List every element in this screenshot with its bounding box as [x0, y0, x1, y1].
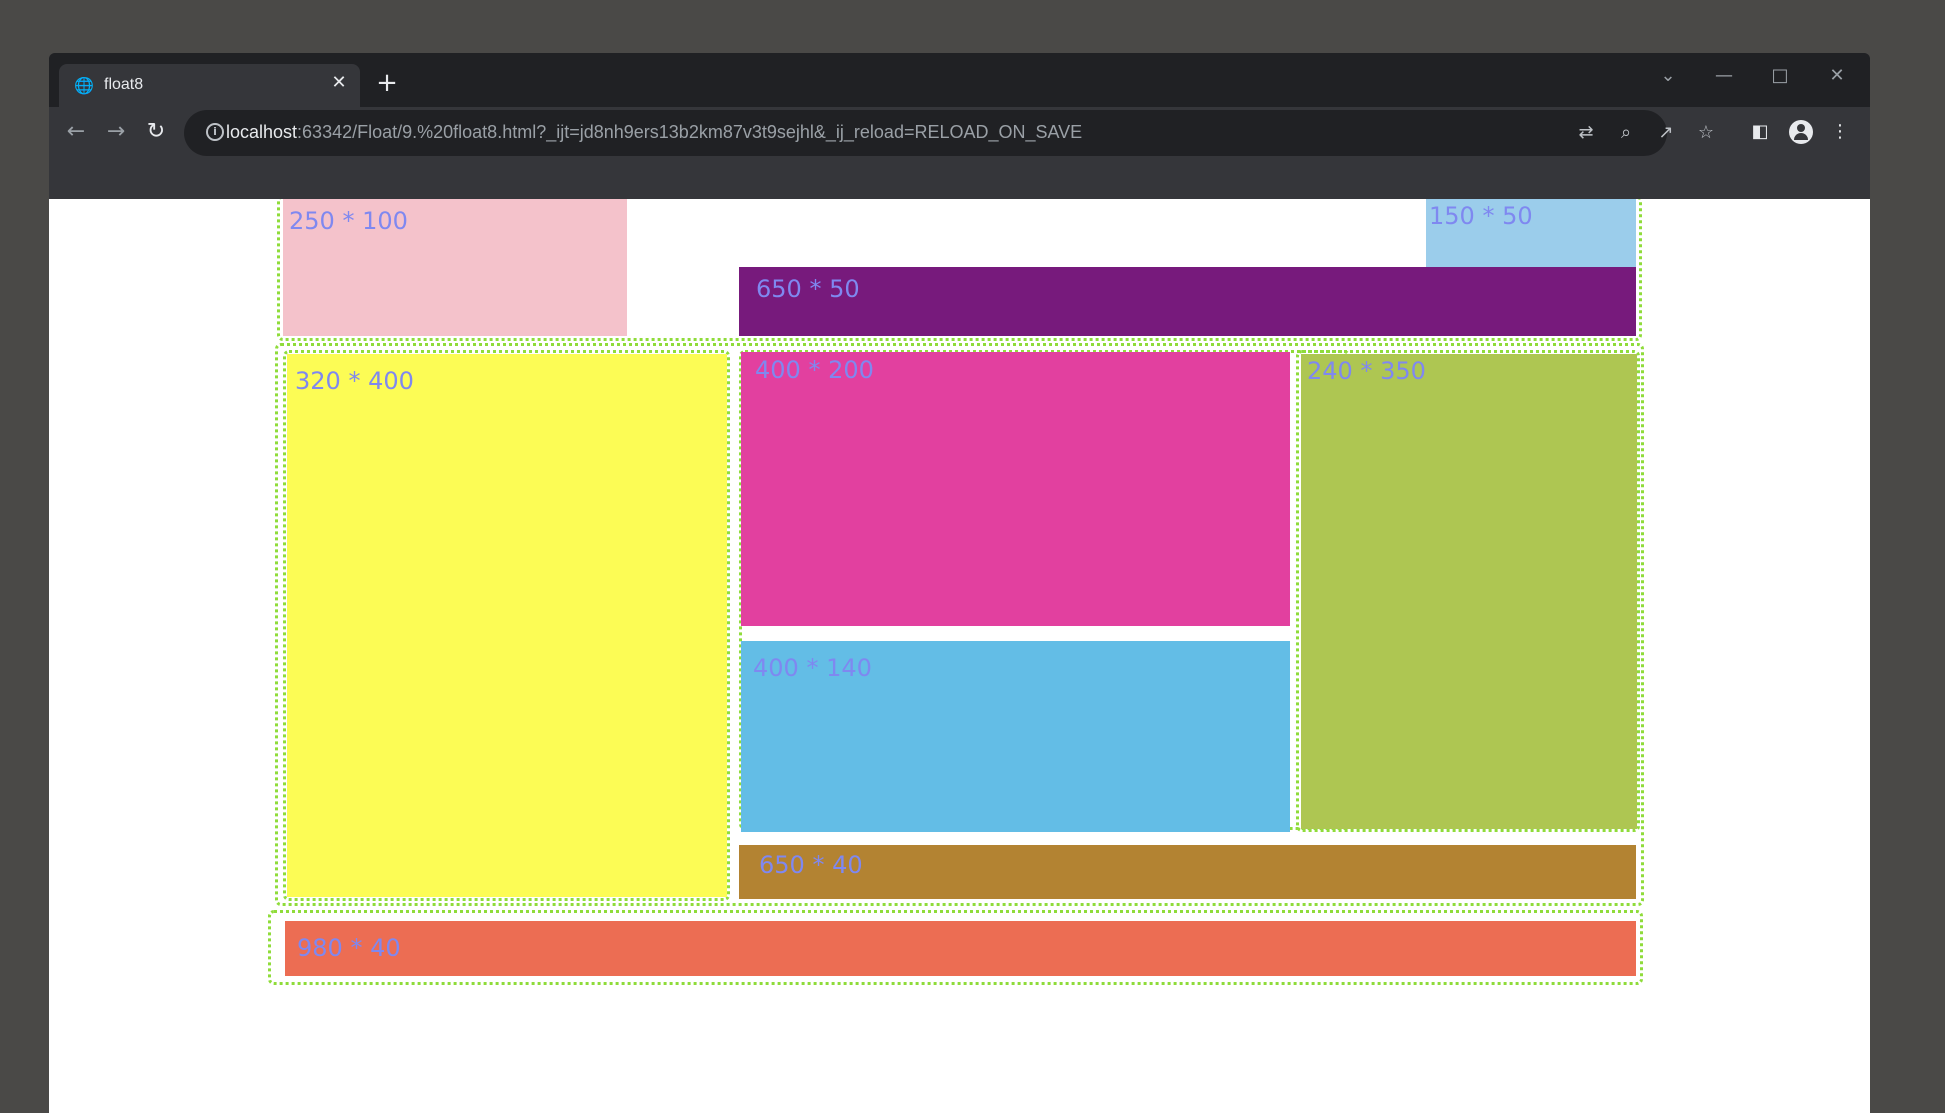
box-320x400: 320 * 400 [287, 354, 727, 897]
side-panel-icon[interactable]: ◧ [1747, 119, 1773, 145]
plus-icon[interactable]: + [374, 70, 400, 96]
reload-icon[interactable]: ↻ [142, 118, 170, 146]
box-label: 150 * 50 [1429, 202, 1533, 230]
globe-icon: 🌐 [74, 76, 94, 95]
url-path: :63342/Float/9.%20float8.html?_ijt=jd8nh… [297, 122, 1083, 142]
box-label: 650 * 50 [756, 275, 860, 303]
close-window-icon[interactable]: ✕ [1820, 63, 1854, 89]
close-icon[interactable]: ✕ [329, 73, 349, 93]
box-label: 400 * 200 [755, 356, 874, 384]
profile-icon[interactable] [1789, 120, 1813, 144]
box-240x350: 240 * 350 [1301, 354, 1637, 829]
box-label: 980 * 40 [297, 934, 401, 962]
translate-icon[interactable]: ⇄ [1574, 121, 1598, 145]
kebab-menu-icon[interactable]: ⋮ [1827, 119, 1853, 145]
share-icon[interactable]: ↗ [1654, 121, 1678, 145]
box-150x50: 150 * 50 [1426, 199, 1636, 267]
box-label: 650 * 40 [759, 851, 863, 879]
browser-window: 🌐 float8 ✕ + ⌄ — □ ✕ ← → ↻ i localhost:6… [49, 53, 1870, 1113]
star-icon[interactable]: ☆ [1694, 121, 1718, 145]
chevron-down-icon[interactable]: ⌄ [1651, 63, 1685, 89]
box-label: 250 * 100 [289, 207, 408, 235]
box-650x40: 650 * 40 [739, 845, 1636, 899]
box-650x50: 650 * 50 [739, 267, 1636, 336]
box-label: 320 * 400 [295, 367, 414, 395]
tab-title: float8 [104, 76, 144, 93]
minimize-icon[interactable]: — [1707, 63, 1741, 89]
arrow-right-icon[interactable]: → [102, 118, 130, 146]
box-980x40: 980 * 40 [285, 921, 1636, 976]
url-text[interactable]: localhost:63342/Float/9.%20float8.html?_… [226, 122, 1082, 143]
box-400x200: 400 * 200 [741, 352, 1290, 626]
box-250x100: 250 * 100 [283, 199, 627, 336]
arrow-left-icon[interactable]: ← [62, 118, 90, 146]
address-bar[interactable]: i localhost:63342/Float/9.%20float8.html… [184, 110, 1714, 156]
box-label: 400 * 140 [753, 654, 872, 682]
maximize-icon[interactable]: □ [1763, 63, 1797, 89]
info-icon[interactable]: i [206, 123, 224, 141]
page-viewport: 250 * 100 150 * 50 650 * 50 320 * 400 40… [49, 199, 1870, 1113]
zoom-icon[interactable]: ⌕ [1614, 121, 1638, 145]
box-400x140: 400 * 140 [741, 641, 1290, 832]
url-host: localhost [226, 122, 298, 142]
box-label: 240 * 350 [1307, 357, 1426, 385]
